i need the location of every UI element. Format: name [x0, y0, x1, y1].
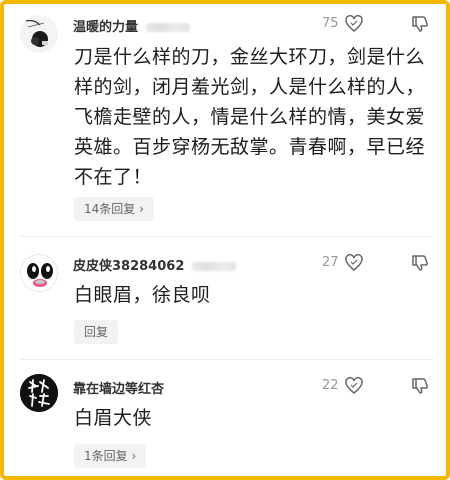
thumbs-down-icon[interactable] — [410, 376, 430, 396]
avatar-dark-figure-icon — [20, 15, 58, 53]
username[interactable]: 靠在墙边等红杏 — [73, 378, 164, 397]
divider — [20, 359, 434, 360]
heart-like-icon[interactable] — [344, 253, 364, 273]
comment-panel: 温暖的力量 75 刀是什么样的刀，金丝大环刀，剑是什么样的剑，闭月羞光剑，人是什… — [0, 0, 450, 480]
reply-count-button[interactable]: 1条回复 › — [74, 444, 147, 468]
reply-count-button[interactable]: 14条回复 › — [74, 197, 154, 221]
avatar[interactable] — [20, 15, 58, 53]
avatar[interactable] — [20, 254, 58, 292]
comment-text: 刀是什么样的刀，金丝大环刀，剑是什么样的剑，闭月羞光剑，人是什么样的人，飞檐走壁… — [74, 46, 426, 188]
thumbs-down-icon[interactable] — [410, 14, 430, 34]
avatar-cartoon-face-icon — [21, 255, 57, 291]
like-count: 22 — [322, 378, 339, 393]
like-count: 75 — [322, 16, 339, 31]
heart-like-icon[interactable] — [344, 376, 364, 396]
avatar-calligraphy-icon — [20, 374, 58, 412]
thumbs-down-icon[interactable] — [410, 253, 430, 273]
username[interactable]: 温暖的力量 — [73, 16, 191, 35]
heart-like-icon[interactable] — [344, 14, 364, 34]
avatar[interactable] — [20, 374, 58, 412]
divider — [20, 236, 434, 237]
blurred-badge — [146, 23, 191, 32]
comment-text: 白眼眉，徐良呗 — [74, 284, 211, 306]
reply-button[interactable]: 回复 — [74, 320, 119, 344]
username[interactable]: 皮皮侠38284062 — [73, 255, 237, 274]
comment-text: 白眉大侠 — [74, 407, 153, 429]
blurred-badge — [192, 262, 237, 271]
like-count: 27 — [322, 255, 339, 270]
